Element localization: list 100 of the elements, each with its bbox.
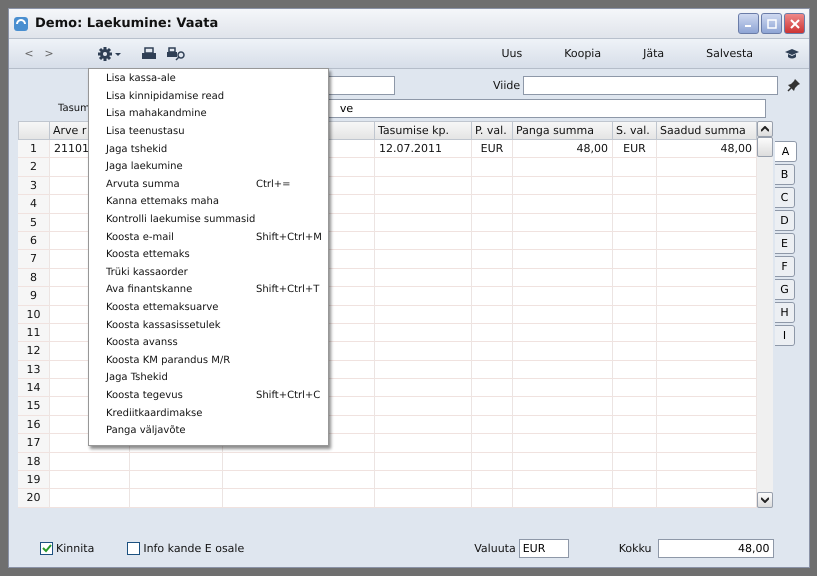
table-cell xyxy=(472,176,513,196)
table-cell xyxy=(472,250,513,269)
row-number: 19 xyxy=(18,471,50,490)
table-cell xyxy=(613,268,657,288)
window-title: Demo: Laekumine: Vaata xyxy=(35,16,220,31)
menu-item[interactable]: Ava finantskanne Shift+Ctrl+T xyxy=(89,281,328,299)
table-cell xyxy=(472,489,513,508)
side-tab[interactable]: A xyxy=(775,141,797,162)
table-cell xyxy=(472,434,513,453)
side-tab[interactable]: B xyxy=(775,164,795,185)
menu-item[interactable]: Kontrolli laekumise summasid xyxy=(89,210,328,228)
table-cell xyxy=(613,452,657,472)
toolbar-button[interactable]: Uus xyxy=(501,47,522,60)
menu-item[interactable]: Kanna ettemaks maha xyxy=(89,193,328,211)
menu-item[interactable]: Koosta avanss xyxy=(89,334,328,352)
side-tab[interactable]: G xyxy=(775,279,795,300)
side-tab[interactable]: F xyxy=(775,256,795,277)
column-header: Tasumise kp. xyxy=(375,121,472,140)
menu-item[interactable]: Arvuta summa Ctrl+= xyxy=(89,176,328,194)
table-cell xyxy=(613,324,657,342)
table-cell xyxy=(472,416,513,434)
table-cell xyxy=(613,214,657,232)
table-cell xyxy=(472,324,513,342)
row-number: 2 xyxy=(18,158,50,177)
graduation-cap-icon[interactable] xyxy=(785,48,799,58)
minimize-button[interactable] xyxy=(738,13,759,34)
menu-item[interactable]: Panga väljavõte xyxy=(89,422,328,440)
table-cell xyxy=(472,287,513,306)
print-preview-icon[interactable] xyxy=(167,46,187,60)
row-number: 12 xyxy=(18,342,50,361)
menu-item[interactable]: Koosta KM parandus M/R xyxy=(89,352,328,370)
menu-item[interactable]: Koosta kassasissetulek xyxy=(89,316,328,334)
row-number: 15 xyxy=(18,397,50,416)
menu-item[interactable]: Krediitkaardimakse xyxy=(89,404,328,422)
currency-field[interactable]: EUR xyxy=(518,538,569,558)
table-cell: EUR xyxy=(472,140,513,158)
settings-icon[interactable] xyxy=(97,46,123,62)
maximize-icon xyxy=(766,18,776,28)
table-cell xyxy=(613,397,657,416)
pin-icon[interactable] xyxy=(787,78,802,92)
scrollbar-thumb[interactable] xyxy=(757,137,773,157)
toolbar-button[interactable]: Salvesta xyxy=(706,47,753,60)
table-cell xyxy=(472,452,513,472)
row-number: 4 xyxy=(18,195,50,214)
table-cell xyxy=(472,342,513,361)
table-cell xyxy=(613,489,657,508)
table-cell: 48,00 xyxy=(513,140,613,158)
menu-item[interactable]: Trüki kassaorder xyxy=(89,264,328,282)
close-button[interactable] xyxy=(784,13,805,34)
toolbar-button[interactable]: Jäta xyxy=(643,47,664,60)
printer-icon[interactable] xyxy=(141,46,157,60)
menu-item[interactable]: Koosta ettemaks xyxy=(89,246,328,264)
menu-item[interactable]: Koosta ettemaksuarve xyxy=(89,298,328,316)
side-tab[interactable]: D xyxy=(775,210,795,231)
side-tab[interactable]: H xyxy=(775,302,795,323)
back-button[interactable]: < xyxy=(19,47,39,60)
menu-item[interactable]: Koosta tegevus Shift+Ctrl+C xyxy=(89,386,328,404)
row-number: 11 xyxy=(18,324,50,342)
row-number: 10 xyxy=(18,306,50,324)
checkbox[interactable] xyxy=(40,542,53,554)
table-cell xyxy=(613,379,657,398)
total-field[interactable]: 48,00 xyxy=(658,538,774,558)
scrollbar[interactable] xyxy=(757,121,773,508)
checkbox-label: Kinnita xyxy=(56,542,94,554)
checkbox[interactable] xyxy=(127,542,140,554)
table-cell xyxy=(472,379,513,398)
forward-button[interactable]: > xyxy=(39,47,59,60)
table-cell xyxy=(613,471,657,490)
column-header xyxy=(18,121,50,140)
reference-field[interactable] xyxy=(523,76,778,94)
menu-item[interactable]: Koosta e-mail Shift+Ctrl+M xyxy=(89,228,328,246)
table-cell xyxy=(613,232,657,250)
side-tab[interactable]: E xyxy=(775,233,795,254)
side-tab[interactable]: I xyxy=(775,325,795,346)
maximize-button[interactable] xyxy=(761,13,782,34)
table-cell xyxy=(472,214,513,232)
table-cell xyxy=(472,360,513,380)
checkbox-label: Info kande E osale xyxy=(143,542,244,554)
table-cell: 12.07.2011 xyxy=(375,140,472,158)
table-cell xyxy=(472,397,513,416)
row-number: 18 xyxy=(18,452,50,472)
table-cell xyxy=(472,268,513,288)
table-cell xyxy=(472,232,513,250)
row-number: 16 xyxy=(18,416,50,434)
menu-item[interactable]: Jaga Tshekid xyxy=(89,369,328,387)
table-cell: EUR xyxy=(613,140,657,158)
table-cell xyxy=(613,434,657,453)
column-header: Panga summa xyxy=(513,121,613,140)
table-cell xyxy=(613,195,657,214)
currency-label: Valuuta xyxy=(474,542,516,554)
row-number: 7 xyxy=(18,250,50,269)
table-cell xyxy=(613,342,657,361)
side-tab[interactable]: C xyxy=(775,187,795,208)
menu-item[interactable]: Jaga laekumine xyxy=(89,158,328,176)
close-icon xyxy=(790,18,800,28)
table-cell xyxy=(613,306,657,324)
row-number: 5 xyxy=(18,214,50,232)
toolbar-button[interactable]: Koopia xyxy=(564,47,602,60)
row-number: 3 xyxy=(18,176,50,196)
menu-item[interactable]: Lisa kassa-ale xyxy=(89,70,328,88)
